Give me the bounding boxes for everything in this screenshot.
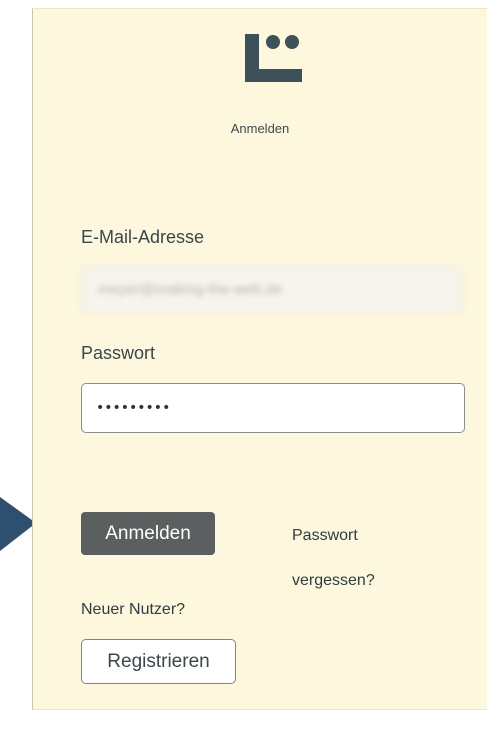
screen: Anmelden E-Mail-Adresse Passwort Anmelde…: [0, 0, 487, 740]
login-button[interactable]: Anmelden: [81, 512, 215, 555]
brand-logo-icon: [245, 33, 302, 83]
register-button[interactable]: Registrieren: [81, 639, 236, 684]
forgot-password-link[interactable]: Passwort vergessen?: [292, 513, 432, 603]
new-user-label: Neuer Nutzer?: [81, 601, 185, 619]
password-field[interactable]: [81, 383, 465, 433]
email-field[interactable]: [81, 266, 463, 312]
password-label: Passwort: [81, 343, 155, 364]
login-caption: Anmelden: [33, 121, 487, 136]
email-label: E-Mail-Adresse: [81, 227, 204, 248]
login-panel: Anmelden E-Mail-Adresse Passwort Anmelde…: [32, 8, 487, 710]
